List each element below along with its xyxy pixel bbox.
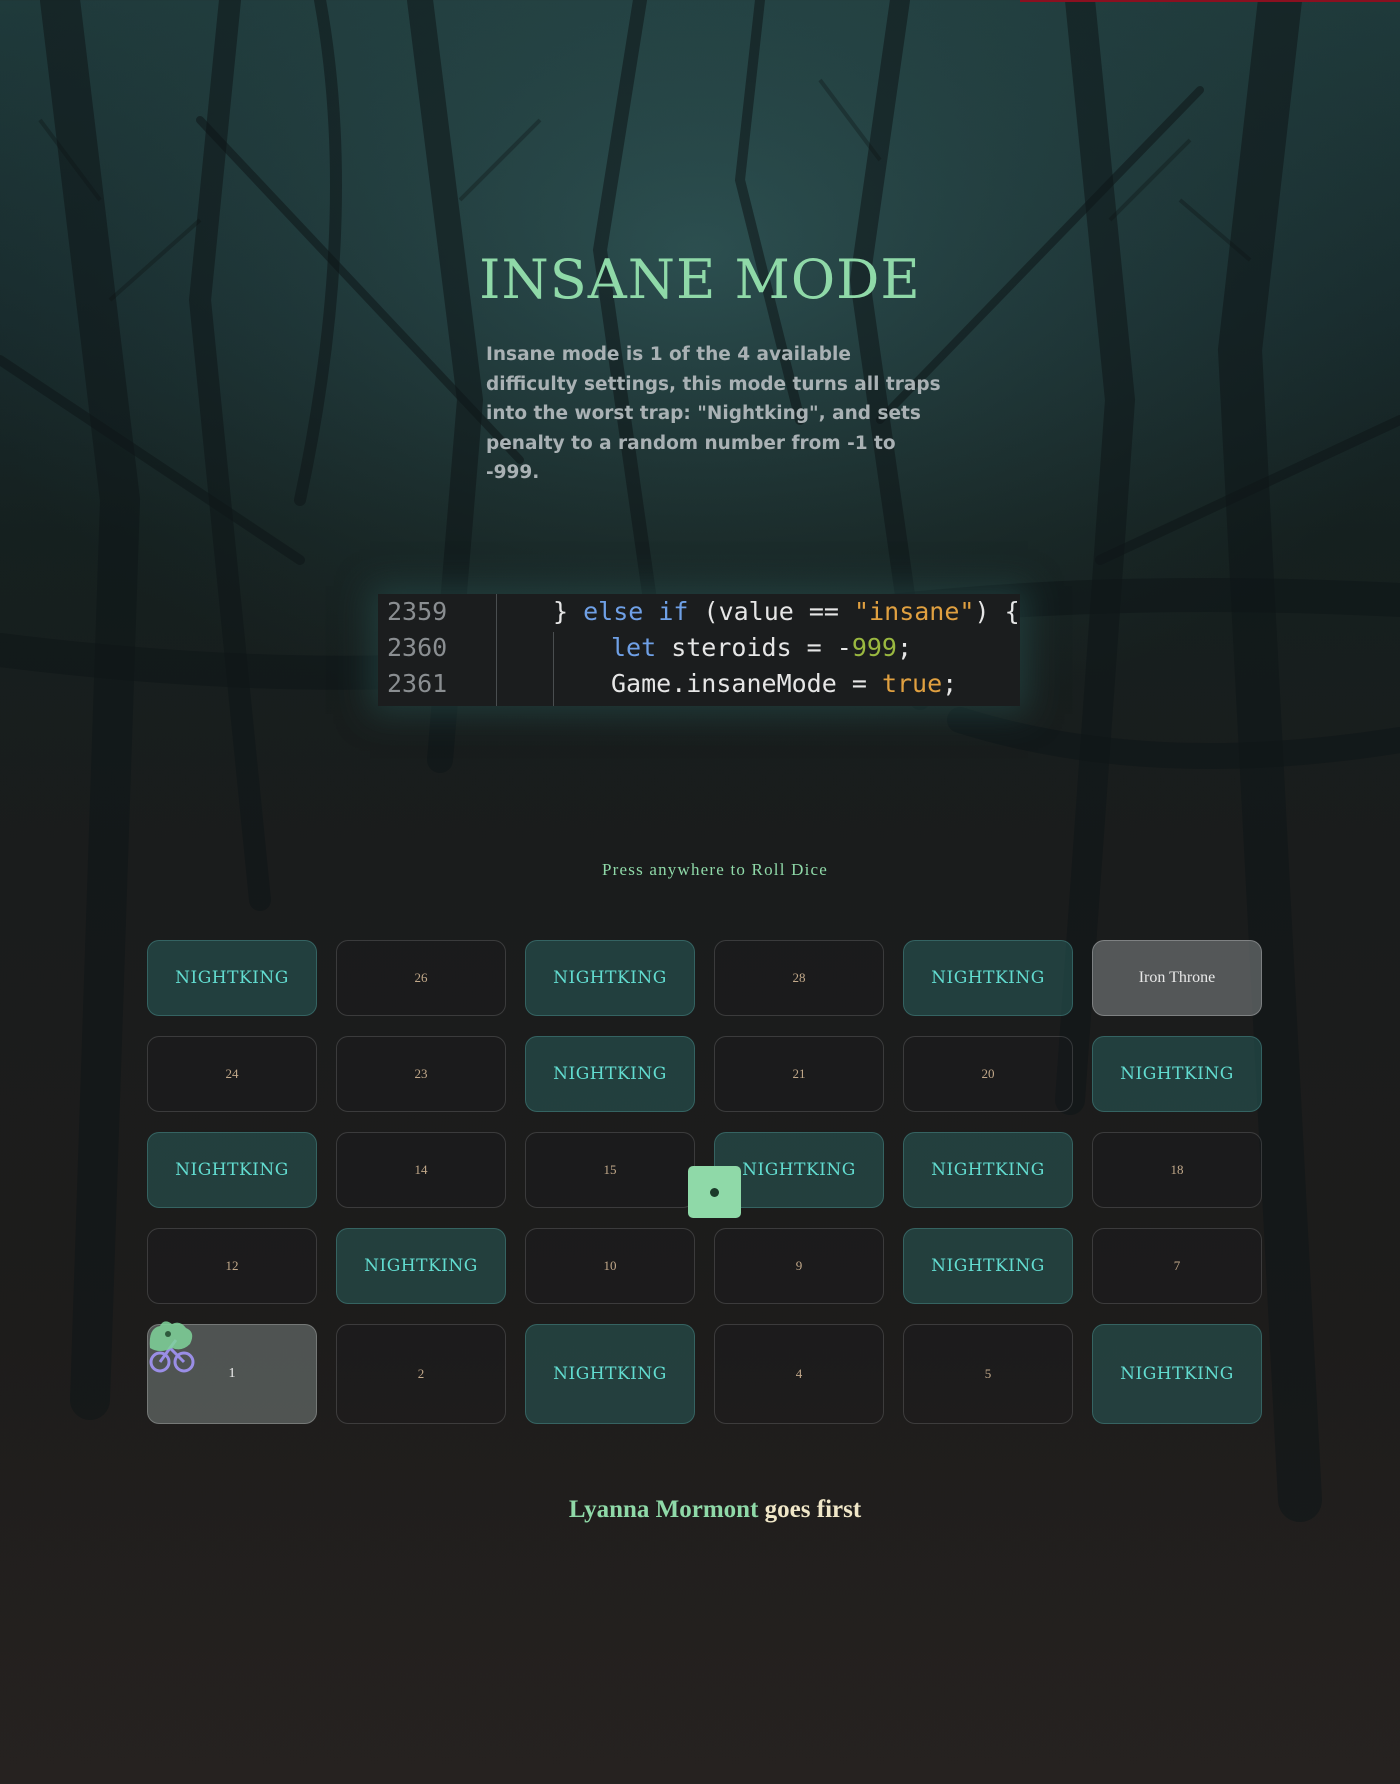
code-keyword: else if [583,597,689,626]
board-tile: 12 [147,1228,317,1304]
code-token: Game.insaneMode = [611,669,882,698]
board-tile: 4 [714,1324,884,1424]
page-title: INSANE MODE [479,248,921,311]
code-token: } [553,597,584,626]
board-tile: 26 [336,940,506,1016]
code-number: 999 [851,633,897,662]
trap-tile: NIGHTKING [336,1228,506,1304]
board-tile: 10 [525,1228,695,1304]
line-number: 2360 [387,633,448,662]
code-keyword: let [611,633,657,662]
trap-tile: NIGHTKING [525,940,695,1016]
code-line: Game.insaneMode = true; [611,669,957,698]
trap-tile: NIGHTKING [903,1228,1073,1304]
trap-tile: NIGHTKING [525,1324,695,1424]
code-line: } else if (value == "insane") { [553,597,1020,626]
trap-tile: NIGHTKING [147,1132,317,1208]
board-tile: 15 [525,1132,695,1208]
code-token: ; [896,633,913,662]
board-tile: 2 [336,1324,506,1424]
board-tile: 14 [336,1132,506,1208]
board-tile: 24 [147,1036,317,1112]
dice[interactable] [688,1166,741,1218]
code-token: ) { [974,597,1020,626]
trap-tile: NIGHTKING [1092,1324,1262,1424]
code-token: (value == [688,597,855,626]
top-accent-line [1020,0,1400,2]
board-tile: 23 [336,1036,506,1112]
turn-status-text: goes first [758,1496,862,1523]
line-number: 2361 [387,669,448,698]
code-string: "insane" [854,597,975,626]
roll-dice-prompt[interactable]: Press anywhere to Roll Dice [0,860,1400,880]
board-tile: 18 [1092,1132,1262,1208]
trap-tile: NIGHTKING [903,940,1073,1016]
board-tile: 9 [714,1228,884,1304]
code-indent-guide [553,632,554,706]
player-pawn-icon [149,1321,195,1373]
board-tile: 7 [1092,1228,1262,1304]
line-number: 2359 [387,597,448,626]
current-player-name: Lyanna Mormont [568,1496,759,1523]
mode-description: Insane mode is 1 of the 4 available diff… [486,344,941,483]
code-line: let steroids = -999; [611,633,912,662]
board-tile: 21 [714,1036,884,1112]
code-snippet: 2359 2360 2361 } else if (value == "insa… [378,594,1020,706]
trap-tile: NIGHTKING [903,1132,1073,1208]
code-token: steroids = - [656,633,852,662]
dice-pip [710,1187,719,1197]
trap-tile: NIGHTKING [1092,1036,1262,1112]
turn-status: Lyanna Mormont goes first [0,1496,1400,1524]
goal-tile: Iron Throne [1092,940,1262,1016]
code-token: ; [942,669,958,698]
trap-tile: NIGHTKING [147,940,317,1016]
board-tile: 5 [903,1324,1073,1424]
trap-tile: NIGHTKING [525,1036,695,1112]
board-tile: 20 [903,1036,1073,1112]
code-boolean: true [881,669,943,698]
board-tile: 28 [714,940,884,1016]
